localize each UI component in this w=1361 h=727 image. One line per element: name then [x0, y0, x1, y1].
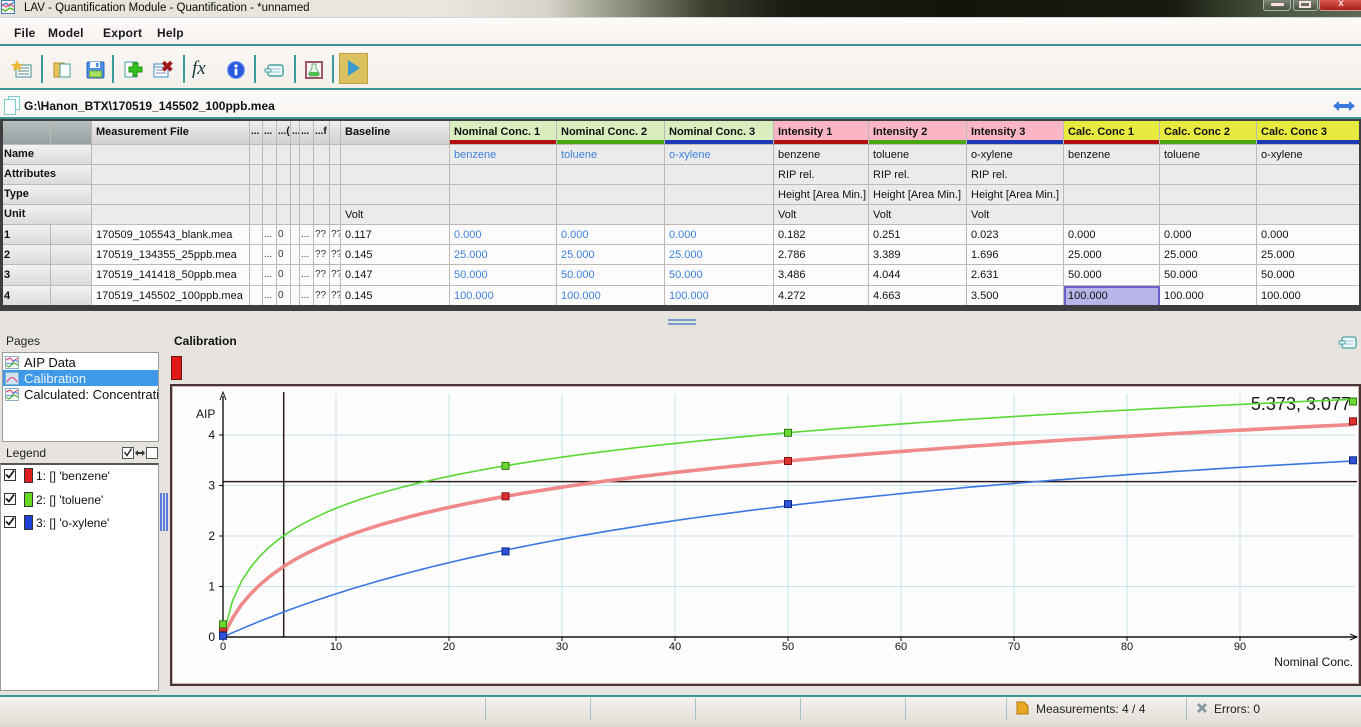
- svg-text:3: 3: [208, 479, 215, 493]
- svg-text:40: 40: [669, 641, 681, 653]
- svg-text:0: 0: [208, 630, 215, 644]
- svg-text:0: 0: [220, 641, 226, 653]
- svg-text:50: 50: [782, 641, 794, 653]
- svg-text:70: 70: [1008, 641, 1020, 653]
- svg-text:30: 30: [556, 641, 568, 653]
- svg-text:4: 4: [208, 428, 215, 442]
- svg-text:20: 20: [443, 641, 455, 653]
- svg-text:AIP: AIP: [196, 407, 215, 421]
- svg-text:5.373, 3.077: 5.373, 3.077: [1251, 394, 1351, 414]
- svg-text:80: 80: [1121, 641, 1133, 653]
- svg-text:Nominal Conc.: Nominal Conc.: [1274, 655, 1353, 669]
- svg-text:90: 90: [1234, 641, 1246, 653]
- svg-text:2: 2: [208, 529, 215, 543]
- svg-text:10: 10: [330, 641, 342, 653]
- svg-text:60: 60: [895, 641, 907, 653]
- svg-text:1: 1: [208, 580, 215, 594]
